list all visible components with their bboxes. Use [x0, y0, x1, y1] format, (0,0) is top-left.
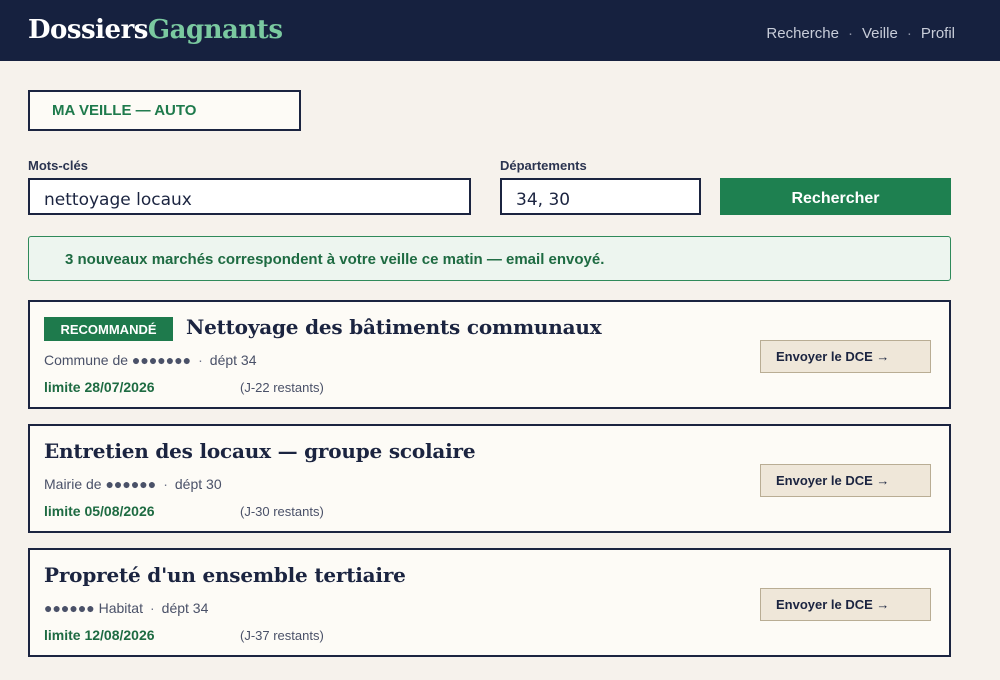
- buyer-name: Commune de ●●●●●●●: [44, 352, 192, 368]
- notification-text: 3 nouveaux marchés correspondent à votre…: [65, 251, 605, 268]
- brand-name-part1: Dossiers: [28, 15, 148, 45]
- result-card[interactable]: Entretien des locaux — groupe scolaire M…: [28, 424, 951, 533]
- nav-separator: ·: [906, 25, 912, 42]
- result-card[interactable]: RECOMMANDÉ Nettoyage des bâtiments commu…: [28, 300, 951, 409]
- recommended-badge: RECOMMANDÉ: [44, 317, 173, 341]
- buyer-name: ●●●●●● Habitat: [44, 600, 143, 616]
- keywords-input[interactable]: nettoyage locaux: [28, 178, 471, 215]
- search-button[interactable]: Rechercher: [720, 178, 951, 215]
- top-bar: DossiersGagnants Recherche · Veille · Profil: [0, 0, 1000, 61]
- meta-separator: ·: [163, 476, 168, 492]
- keywords-label: Mots-clés: [28, 158, 88, 173]
- nav-item-veille[interactable]: Veille: [862, 25, 898, 42]
- result-card[interactable]: Propreté d'un ensemble tertiaire ●●●●●● …: [28, 548, 951, 657]
- result-title[interactable]: Nettoyage des bâtiments communaux: [186, 315, 602, 339]
- nav-item-profil[interactable]: Profil: [921, 25, 955, 42]
- send-dce-button[interactable]: Envoyer le DCE →: [760, 588, 931, 621]
- departments-input[interactable]: 34, 30: [500, 178, 701, 215]
- send-dce-button[interactable]: Envoyer le DCE →: [760, 464, 931, 497]
- brand-name-part2: Gagnants: [147, 15, 283, 45]
- deadline: limite 05/08/2026: [44, 503, 155, 519]
- brand-logo[interactable]: DossiersGagnants: [28, 15, 283, 45]
- notification-banner: 3 nouveaux marchés correspondent à votre…: [28, 236, 951, 281]
- days-remaining: (J-37 restants): [240, 628, 324, 643]
- send-dce-button[interactable]: Envoyer le DCE →: [760, 340, 931, 373]
- departments-label: Départements: [500, 158, 587, 173]
- nav-separator: ·: [847, 25, 853, 42]
- result-meta: Commune de ●●●●●●● · dépt 34: [44, 352, 257, 368]
- veille-auto-button[interactable]: MA VEILLE — AUTO: [28, 90, 301, 131]
- meta-separator: ·: [149, 600, 155, 616]
- result-meta: ●●●●●● Habitat · dépt 34: [44, 600, 208, 616]
- buyer-name: Mairie de ●●●●●●: [44, 476, 157, 492]
- nav-item-recherche[interactable]: Recherche: [766, 25, 839, 42]
- result-title[interactable]: Entretien des locaux — groupe scolaire: [44, 439, 476, 463]
- meta-separator: ·: [198, 352, 203, 368]
- department: dépt 34: [209, 352, 257, 368]
- department: dépt 30: [174, 476, 222, 492]
- days-remaining: (J-22 restants): [240, 380, 324, 395]
- top-nav: Recherche · Veille · Profil: [766, 25, 955, 42]
- result-meta: Mairie de ●●●●●● · dépt 30: [44, 476, 222, 492]
- result-title[interactable]: Propreté d'un ensemble tertiaire: [44, 563, 406, 587]
- deadline: limite 12/08/2026: [44, 627, 155, 643]
- department: dépt 34: [161, 600, 209, 616]
- days-remaining: (J-30 restants): [240, 504, 324, 519]
- deadline: limite 28/07/2026: [44, 379, 155, 395]
